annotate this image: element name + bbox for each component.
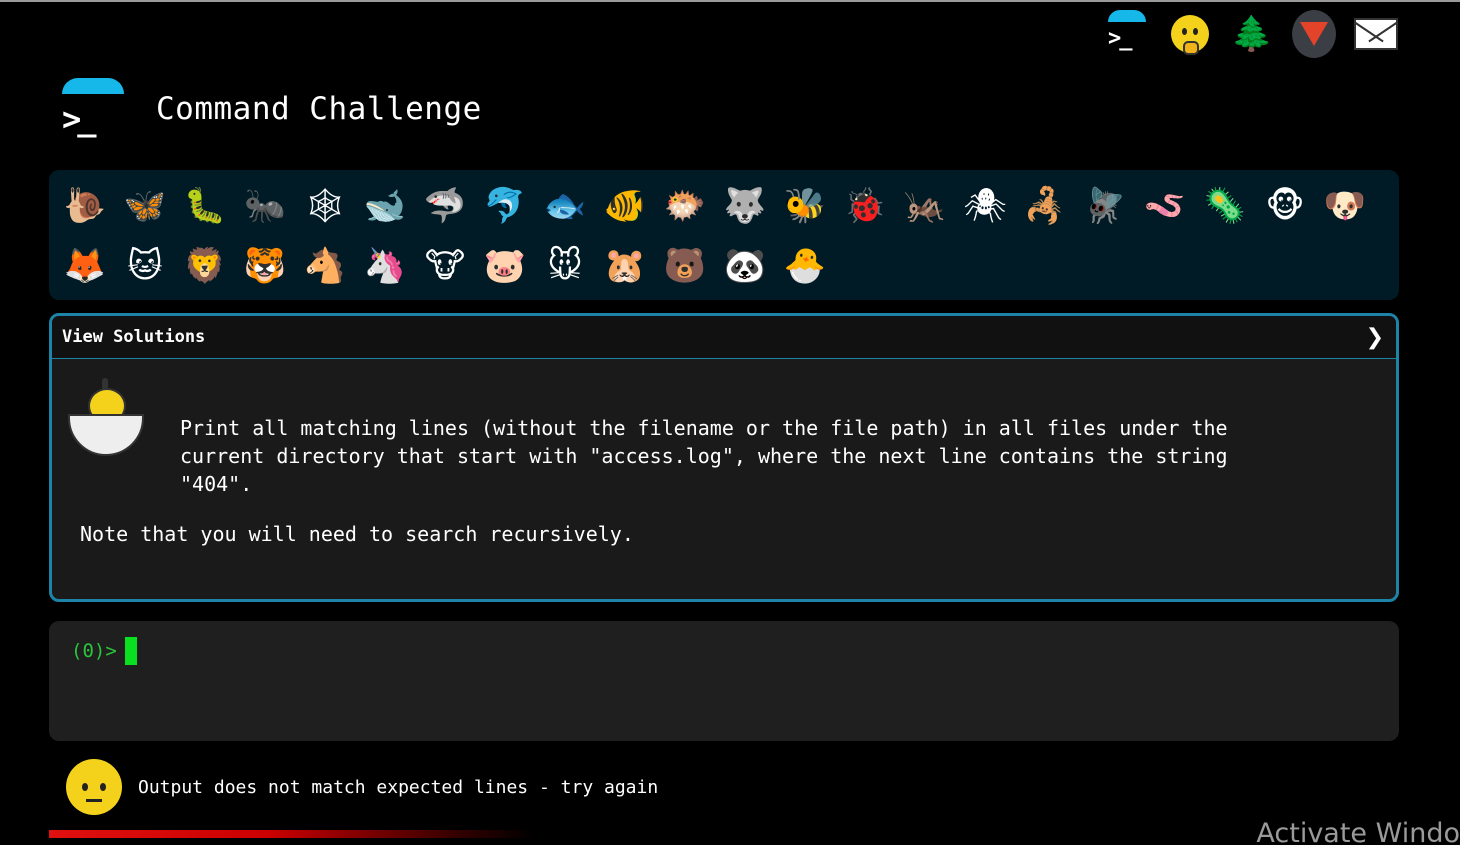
view-solutions-toggle[interactable]: View Solutions ❯ bbox=[52, 316, 1396, 359]
cow-icon[interactable]: 🐮 bbox=[415, 236, 475, 296]
fox-icon[interactable]: 🦊 bbox=[55, 236, 115, 296]
face-shape bbox=[1171, 15, 1209, 55]
shark-icon[interactable]: 🦈 bbox=[415, 176, 475, 236]
tiger-icon[interactable]: 🐯 bbox=[235, 236, 295, 296]
ladybug-icon[interactable]: 🐞 bbox=[835, 176, 895, 236]
gitlab-icon[interactable] bbox=[1292, 10, 1336, 58]
microbe-icon[interactable]: 🦠 bbox=[1195, 176, 1255, 236]
neutral-face-icon bbox=[66, 759, 122, 815]
hatching-chick-icon bbox=[64, 376, 148, 460]
spider-icon[interactable]: 🕷 bbox=[955, 176, 1015, 236]
pig-icon[interactable]: 🐷 bbox=[475, 236, 535, 296]
mail-envelope bbox=[1354, 18, 1398, 50]
chevron-right-icon: ❯ bbox=[1365, 324, 1384, 350]
tropical-fish-icon[interactable]: 🐠 bbox=[595, 176, 655, 236]
terminal-glyph: >_ bbox=[1108, 26, 1132, 51]
bear-icon[interactable]: 🐻 bbox=[655, 236, 715, 296]
result-message: Output does not match expected lines - t… bbox=[138, 776, 659, 798]
monkey-icon[interactable]: 🐵 bbox=[1255, 176, 1315, 236]
solutions-panel: View Solutions ❯ Print all matching line… bbox=[49, 313, 1399, 602]
caterpillar-icon[interactable]: 🐛 bbox=[175, 176, 235, 236]
tree-icon[interactable]: 🌲 bbox=[1230, 12, 1274, 56]
whale-icon[interactable]: 🐋 bbox=[355, 176, 415, 236]
scorpion-icon[interactable]: 🦂 bbox=[1015, 176, 1075, 236]
cricket-icon[interactable]: 🦗 bbox=[895, 176, 955, 236]
gitlab-badge bbox=[1292, 10, 1336, 58]
face-with-hand-icon[interactable] bbox=[1168, 12, 1212, 56]
bee-icon[interactable]: 🐝 bbox=[775, 176, 835, 236]
blowfish-icon[interactable]: 🐡 bbox=[655, 176, 715, 236]
panda-icon[interactable]: 🐼 bbox=[715, 236, 775, 296]
tree-glyph: 🌲 bbox=[1230, 14, 1274, 54]
prompt-line: (0)> bbox=[71, 637, 1377, 665]
result-status: Output does not match expected lines - t… bbox=[66, 759, 658, 815]
fly-icon[interactable]: 🪰 bbox=[1075, 176, 1135, 236]
challenge-note: Note that you will need to search recurs… bbox=[80, 522, 634, 546]
hamster-icon[interactable]: 🐹 bbox=[595, 236, 655, 296]
terminal-dome bbox=[1108, 10, 1146, 22]
logo-dome bbox=[62, 78, 124, 94]
terminal-cursor bbox=[124, 637, 137, 665]
worm-icon[interactable]: 🪱 bbox=[1135, 176, 1195, 236]
terminal-logo-small: >_ bbox=[1106, 10, 1150, 56]
challenge-description: Print all matching lines (without the fi… bbox=[180, 416, 1228, 496]
top-nav: >_ 🌲 bbox=[1106, 8, 1398, 60]
terminal-icon[interactable]: >_ bbox=[1106, 10, 1150, 56]
terminal-prompt: (0)> bbox=[71, 640, 117, 662]
unicorn-icon[interactable]: 🦄 bbox=[355, 236, 415, 296]
page-header: >_ Command Challenge bbox=[62, 78, 482, 140]
windows-activation-watermark: Activate Windo bbox=[1256, 818, 1460, 845]
page-title: Command Challenge bbox=[156, 91, 482, 127]
wolf-icon[interactable]: 🐺 bbox=[715, 176, 775, 236]
snail-icon[interactable]: 🐌 bbox=[55, 176, 115, 236]
challenge-selector: 🐌 🦋 🐛 🐜 🕸 🐋 🦈 🐬 🐟 🐠 🐡 🐺 🐝 🐞 🦗 🕷 🦂 🪰 🪱 🦠 🐵 🐶 🦊 🐱 🦁 🐯 🐴 🦄 🐮 🐷 🐭 🐹 🐻 🐼 🐣 bbox=[49, 170, 1399, 300]
logo-glyph: >_ bbox=[62, 100, 96, 138]
command-terminal[interactable]: (0)> bbox=[49, 621, 1399, 741]
fish-icon[interactable]: 🐟 bbox=[535, 176, 595, 236]
ant-icon[interactable]: 🐜 bbox=[235, 176, 295, 236]
dolphin-icon[interactable]: 🐬 bbox=[475, 176, 535, 236]
mail-icon[interactable] bbox=[1354, 12, 1398, 56]
butterfly-icon[interactable]: 🦋 bbox=[115, 176, 175, 236]
spider-web-icon[interactable]: 🕸 bbox=[295, 176, 355, 236]
hatching-chick-icon[interactable]: 🐣 bbox=[775, 236, 835, 296]
result-progress-fill bbox=[49, 830, 535, 838]
mouse-icon[interactable]: 🐭 bbox=[535, 236, 595, 296]
view-solutions-label: View Solutions bbox=[62, 327, 206, 347]
dog-icon[interactable]: 🐶 bbox=[1315, 176, 1375, 236]
terminal-logo[interactable]: >_ bbox=[62, 78, 124, 140]
cat-icon[interactable]: 🐱 bbox=[115, 236, 175, 296]
result-progress-bar bbox=[49, 830, 859, 838]
lion-icon[interactable]: 🦁 bbox=[175, 236, 235, 296]
horse-icon[interactable]: 🐴 bbox=[295, 236, 355, 296]
